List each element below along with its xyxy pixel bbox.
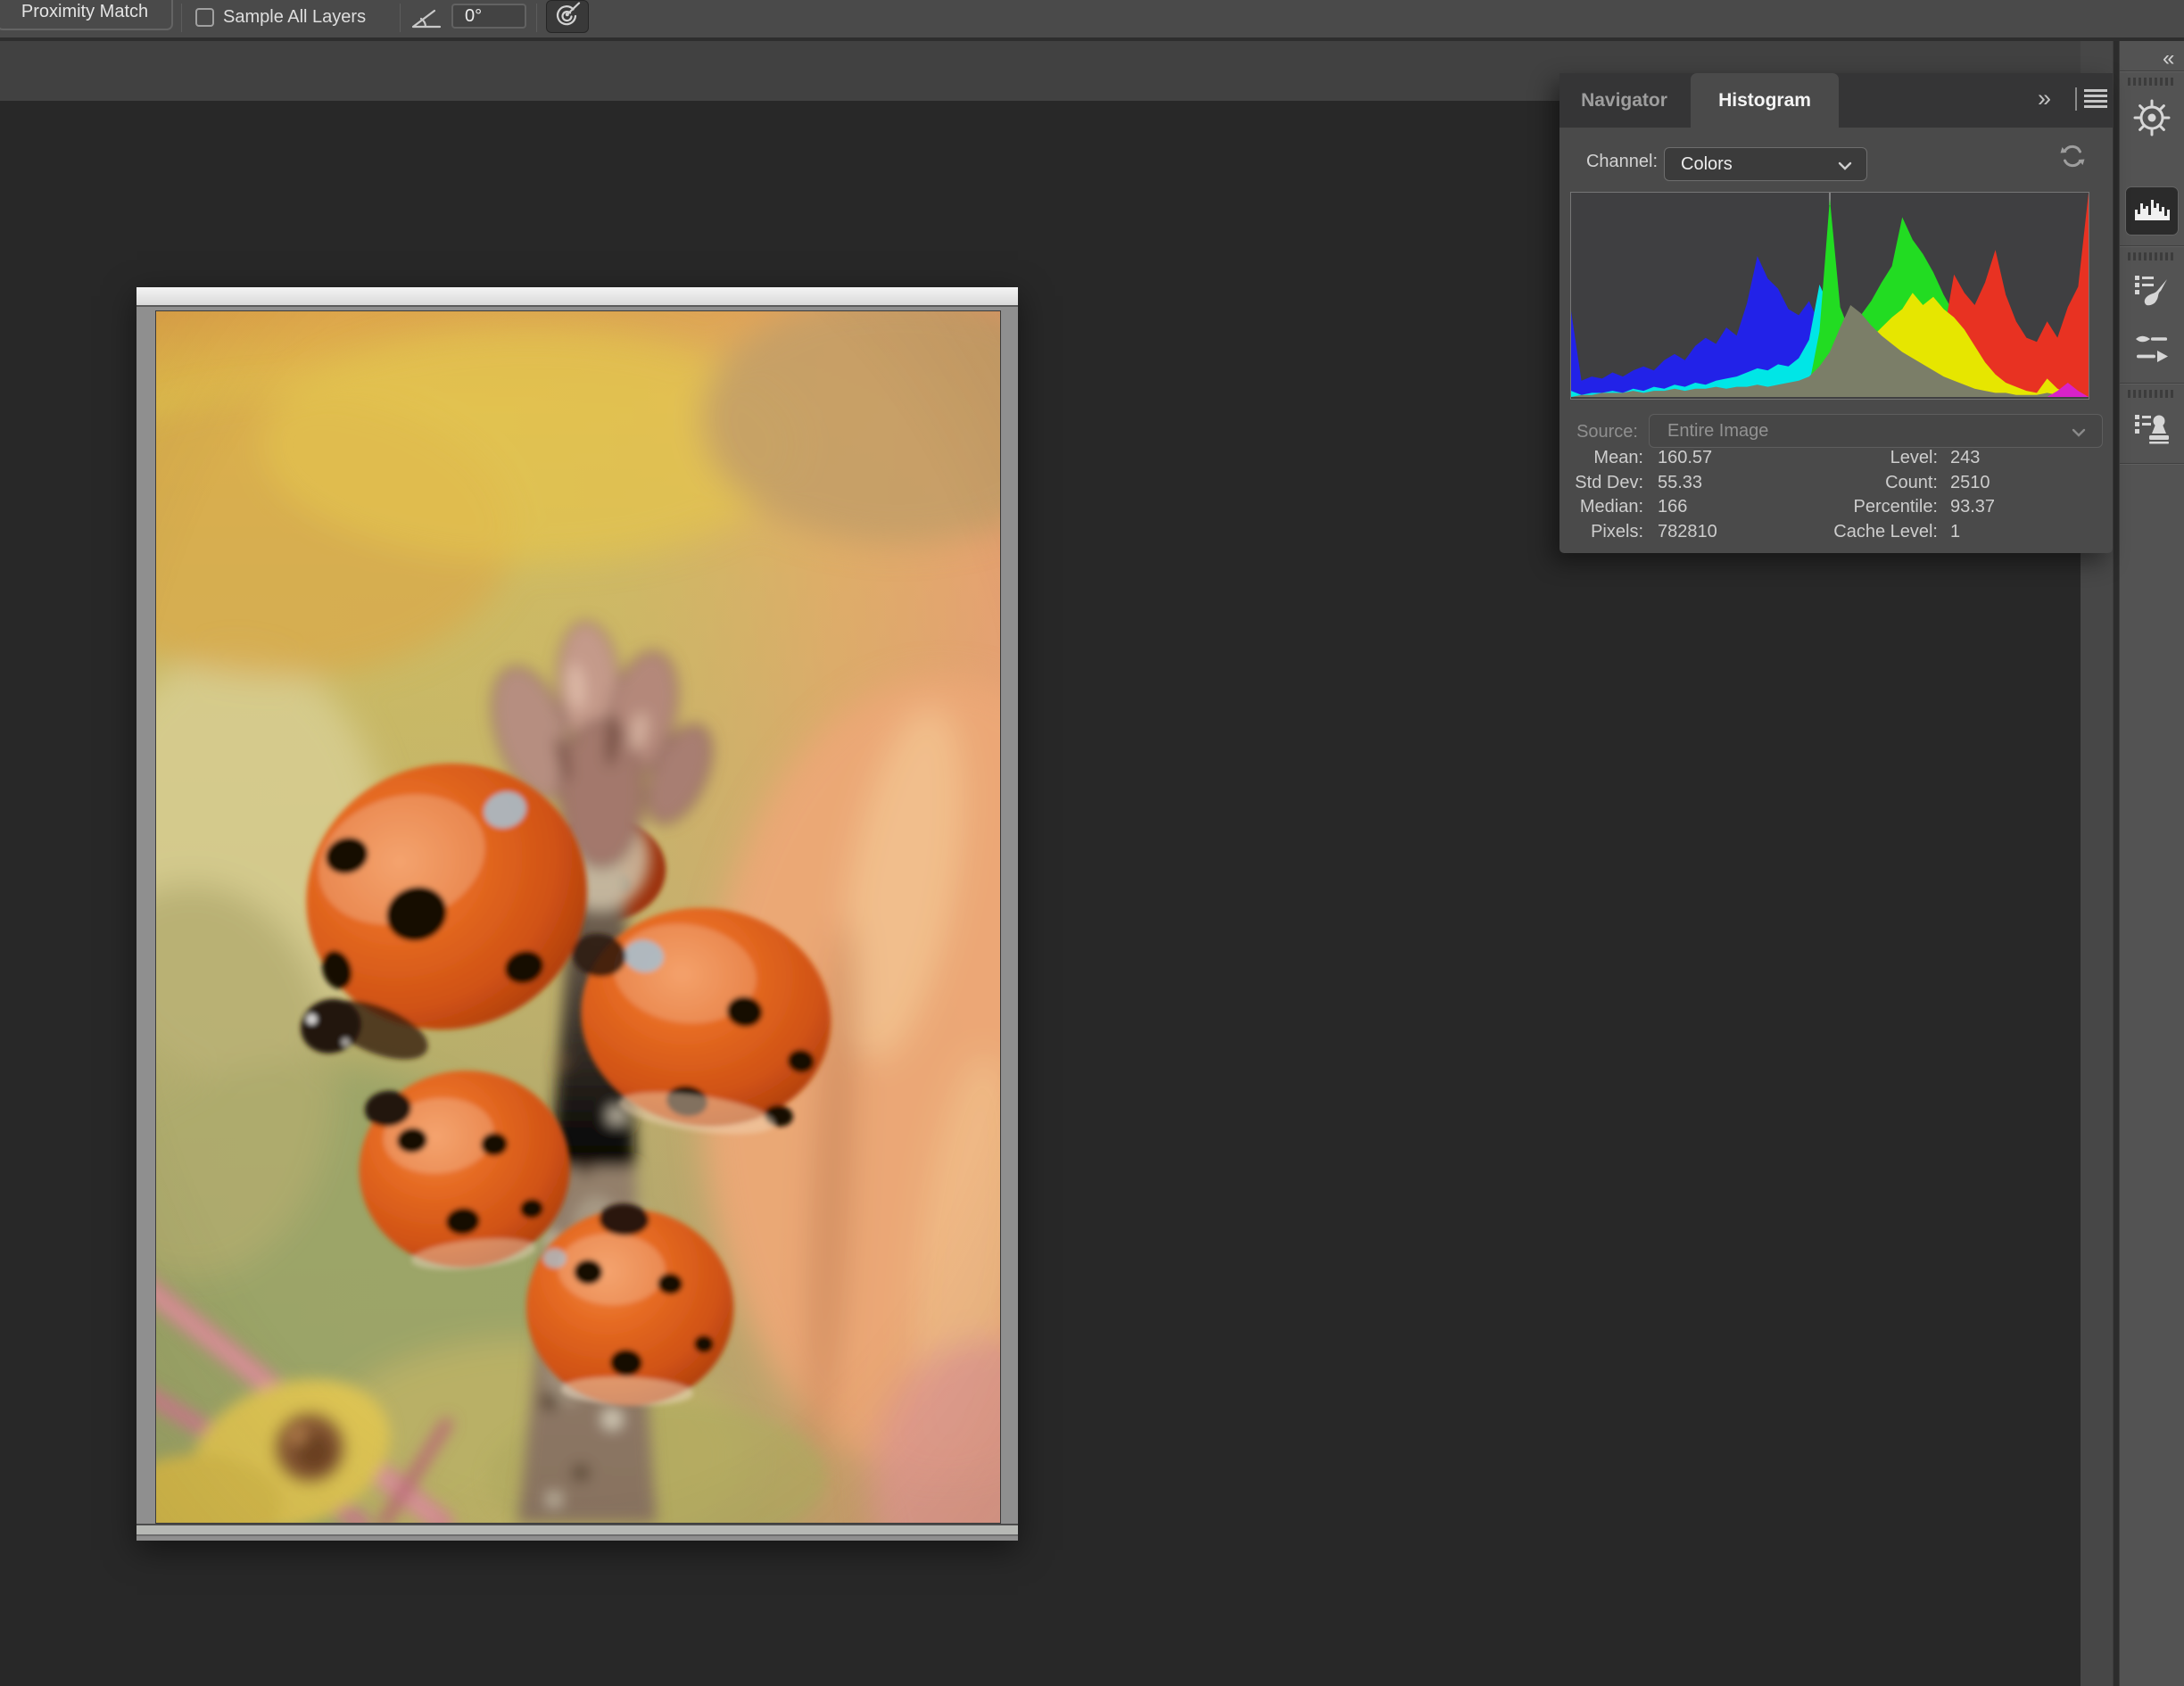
- panel-menu-icon[interactable]: [2084, 89, 2107, 108]
- channel-value: Colors: [1665, 154, 1733, 175]
- dock-separator: [2120, 245, 2184, 247]
- document-window[interactable]: [136, 287, 1018, 1541]
- dock-separator: [2120, 383, 2184, 384]
- collapse-panel-button[interactable]: »: [2038, 85, 2049, 112]
- stat-count-label: Count:: [1795, 473, 1938, 493]
- stat-level-value: 243: [1950, 448, 1980, 468]
- dock-grip[interactable]: [2128, 78, 2176, 86]
- document-titlebar[interactable]: [136, 287, 1018, 307]
- panel-header-separator: [2075, 87, 2077, 111]
- toolbar-divider: [400, 4, 401, 32]
- angle-input[interactable]: 0°: [451, 4, 526, 29]
- histogram-panel: Navigator Histogram » Channel: Colors: [1559, 73, 2113, 553]
- stat-level-label: Level:: [1795, 448, 1938, 468]
- dock-divider[interactable]: [2113, 41, 2120, 1686]
- histogram-panel-button[interactable]: [2125, 186, 2179, 236]
- canvas-photo[interactable]: [155, 310, 1001, 1524]
- options-bar-edge: [0, 37, 2184, 41]
- stat-cachelevel-value: 1: [1950, 522, 1960, 542]
- toolbar-divider: [181, 4, 182, 32]
- photoshop-workspace: Proximity Match Sample All Layers 0°: [0, 0, 2184, 1686]
- stat-stddev-label: Std Dev:: [1501, 473, 1643, 493]
- stat-pixels-label: Pixels:: [1501, 522, 1643, 542]
- sample-all-layers-checkbox[interactable]: [195, 8, 214, 27]
- source-value: Entire Image: [1650, 421, 1768, 442]
- sample-all-layers-label[interactable]: Sample All Layers: [223, 7, 366, 28]
- toolbar-divider: [536, 4, 537, 32]
- stat-stddev-value: 55.33: [1658, 473, 1702, 493]
- tab-histogram[interactable]: Histogram: [1691, 73, 1839, 128]
- pen-pressure-button[interactable]: [546, 0, 589, 33]
- document-bottom-bar: [136, 1524, 1018, 1536]
- stat-percentile-value: 93.37: [1950, 497, 1995, 517]
- stat-mean-value: 160.57: [1658, 448, 1712, 468]
- dock-grip[interactable]: [2128, 390, 2176, 398]
- proximity-match-button[interactable]: Proximity Match: [0, 0, 173, 30]
- pen-pressure-icon: [553, 1, 582, 32]
- histogram-panel-icon: [2133, 195, 2171, 227]
- dock-separator: [2120, 463, 2184, 465]
- angle-icon: [410, 7, 443, 35]
- clone-source-panel-icon[interactable]: [2132, 409, 2172, 448]
- channel-label: Channel:: [1559, 152, 1658, 172]
- navigator-wheel-icon[interactable]: [2132, 98, 2172, 137]
- stat-pixels-value: 782810: [1658, 522, 1717, 542]
- dock-grip[interactable]: [2128, 252, 2176, 260]
- stat-percentile-label: Percentile:: [1795, 497, 1938, 517]
- brushes-panel-icon[interactable]: [2132, 271, 2172, 310]
- source-label: Source:: [1559, 422, 1638, 442]
- tab-navigator[interactable]: Navigator: [1559, 73, 1689, 128]
- dock-separator: [2120, 70, 2184, 72]
- stat-mean-label: Mean:: [1501, 448, 1643, 468]
- panel-icon-dock: «: [2120, 41, 2184, 1686]
- stat-median-value: 166: [1658, 497, 1687, 517]
- stat-median-label: Median:: [1501, 497, 1643, 517]
- stat-count-value: 2510: [1950, 473, 1990, 493]
- histogram-chart: [1570, 192, 2089, 400]
- channel-select[interactable]: Colors: [1664, 147, 1867, 181]
- expand-panels-button[interactable]: «: [2163, 46, 2172, 71]
- chevron-down-icon: [1838, 161, 1852, 170]
- stat-cachelevel-label: Cache Level:: [1795, 522, 1938, 542]
- uncached-refresh-icon[interactable]: [2059, 143, 2086, 174]
- source-select: Entire Image: [1649, 414, 2103, 448]
- chevron-down-icon: [2072, 428, 2086, 437]
- brush-settings-panel-icon[interactable]: [2132, 328, 2172, 368]
